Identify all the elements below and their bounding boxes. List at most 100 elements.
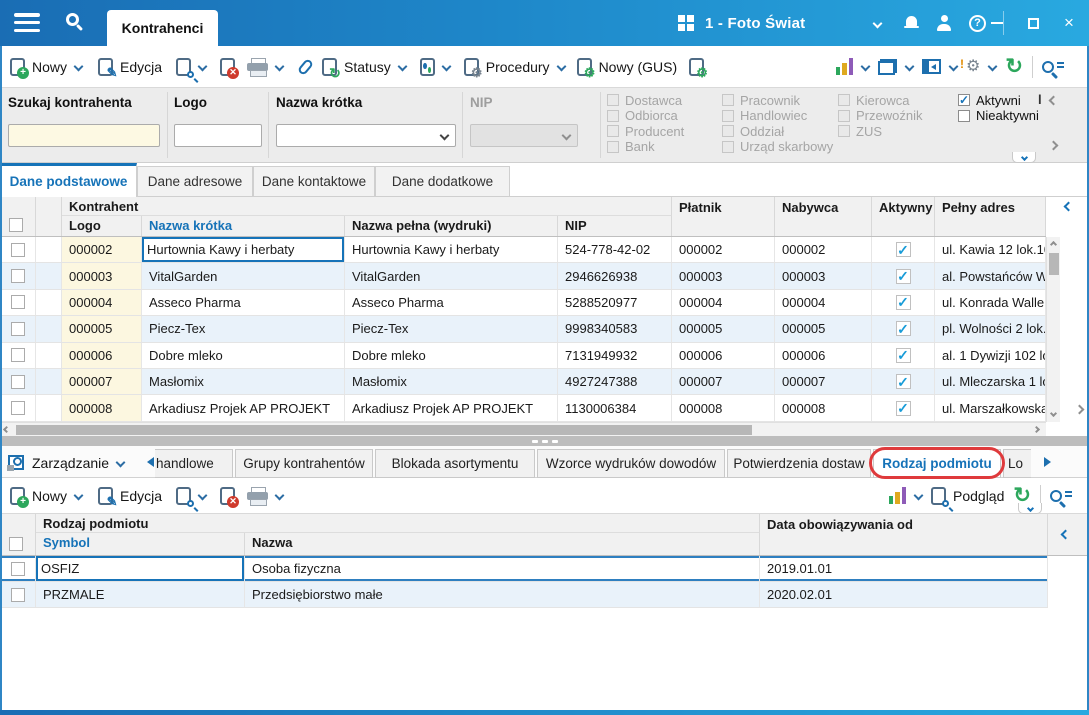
logo-input[interactable] (174, 124, 262, 147)
advanced-search-icon[interactable] (1042, 61, 1054, 73)
cell-nazwa-krotka[interactable]: Masłomix (142, 369, 345, 394)
cell-pelny-adres[interactable]: al. Powstańców W (935, 263, 1046, 288)
panel-splitter[interactable] (0, 436, 1089, 446)
scroll-right-icon[interactable] (1033, 426, 1040, 433)
filter-collapse-tab[interactable] (1012, 152, 1036, 163)
table-row[interactable]: PRZMALEPrzedsiębiorstwo małe2020.02.01 (0, 582, 1048, 608)
filter-checkbox-oddział[interactable]: Oddział (722, 125, 833, 137)
table-row[interactable]: 000003VitalGardenVitalGarden294662693800… (0, 263, 1046, 289)
row-checkbox[interactable] (11, 322, 25, 336)
trace-button[interactable] (420, 58, 435, 76)
column-header-nip[interactable]: NIP (558, 216, 672, 236)
cell-nazwa-pelna[interactable]: Dobre mleko (345, 343, 558, 368)
notifications-bell-icon[interactable] (904, 16, 919, 31)
aktywny-checkbox[interactable]: ✓ (896, 242, 911, 257)
grid-collapse-left-icon[interactable] (1061, 530, 1071, 540)
vertical-scrollbar-thumb[interactable] (1049, 253, 1059, 275)
cell-nazwa-krotka[interactable]: Hurtownia Kawy i herbaty (142, 237, 345, 262)
company-grid-icon[interactable] (678, 15, 694, 31)
bottom-tab-grupy-kontrahentów[interactable]: Grupy kontrahentów (235, 449, 373, 478)
column-header-nabywca[interactable]: Nabywca (775, 197, 872, 236)
cell-nazwa[interactable]: Przedsiębiorstwo małe (245, 582, 760, 607)
filter-checkbox-dostawca[interactable]: Dostawca (607, 94, 684, 106)
cell-nabywca[interactable]: 000008 (775, 395, 872, 420)
preview-button[interactable] (176, 58, 191, 76)
tabs-scroll-left-icon[interactable] (147, 457, 154, 467)
column-header-logo[interactable]: Logo (62, 216, 142, 236)
trace-chevron-icon[interactable] (441, 62, 451, 72)
aktywny-checkbox[interactable]: ✓ (896, 374, 911, 389)
menu-icon[interactable] (14, 13, 40, 32)
column-header-data-od[interactable]: Data obowiązywania od (760, 514, 1048, 555)
cell-nabywca[interactable]: 000005 (775, 316, 872, 341)
edycja-button[interactable]: ✎ Edycja (98, 58, 162, 76)
cell-nazwa-krotka[interactable]: Dobre mleko (142, 343, 345, 368)
filter-checkbox-urząd-skarbowy[interactable]: Urząd skarbowy (722, 141, 833, 153)
chart-chevron-icon[interactable] (861, 62, 871, 72)
cell-nazwa-pelna[interactable]: Asseco Pharma (345, 290, 558, 315)
nazwa-krotka-select[interactable] (276, 124, 456, 147)
cell-nazwa-krotka[interactable]: Piecz-Tex (142, 316, 345, 341)
column-group-rodzaj-podmiotu[interactable]: Rodzaj podmiotu (36, 514, 760, 533)
bottom-tab-blokada-asortymentu[interactable]: Blokada asortymentu (375, 449, 535, 478)
tab-dane-dodatkowe[interactable]: Dane dodatkowe (375, 166, 510, 197)
user-icon[interactable] (936, 15, 952, 31)
bottom-tab-potwierdzenia-dostaw[interactable]: Potwierdzenia dostaw (727, 449, 871, 478)
cell-nazwa-krotka[interactable]: VitalGarden (142, 263, 345, 288)
cell-nip[interactable]: 7131949932 (558, 343, 672, 368)
cell-logo[interactable]: 000006 (62, 343, 142, 368)
cell-data-od[interactable]: 2020.02.01 (760, 582, 1048, 607)
cell-logo[interactable]: 000004 (62, 290, 142, 315)
row-checkbox[interactable] (11, 588, 25, 602)
cell-nazwa-pelna[interactable]: Hurtownia Kawy i herbaty (345, 237, 558, 262)
maximize-button[interactable] (1022, 12, 1044, 34)
cell-data-od[interactable]: 2019.01.01 (760, 556, 1048, 581)
bottom-tab-wzorce-wydruków-dowodów[interactable]: Wzorce wydruków dowodów (537, 449, 725, 478)
row-checkbox[interactable] (11, 269, 25, 283)
tab-dane-podstawowe[interactable]: Dane podstawowe (0, 163, 137, 197)
filter-checkbox-producent[interactable]: Producent (607, 125, 684, 137)
cell-nabywca[interactable]: 000007 (775, 369, 872, 394)
cell-nazwa-pelna[interactable]: VitalGarden (345, 263, 558, 288)
cell-nip[interactable]: 2946626938 (558, 263, 672, 288)
filter-checkbox-zus[interactable]: ZUS (838, 125, 922, 137)
aktywny-checkbox[interactable]: ✓ (896, 269, 911, 284)
bottom-nowy-button[interactable]: + Nowy (10, 487, 67, 505)
cell-pelny-adres[interactable]: ul. Kawia 12 lok.10 (935, 237, 1046, 262)
analysis-chart-icon[interactable] (889, 487, 907, 504)
print-button[interactable] (247, 58, 268, 76)
cell-platnik[interactable]: 000003 (672, 263, 775, 288)
column-header-platnik[interactable]: Płatnik (672, 197, 775, 236)
select-all-checkbox[interactable] (9, 218, 23, 232)
cell-platnik[interactable]: 000004 (672, 290, 775, 315)
cell-nazwa-pelna[interactable]: Piecz-Tex (345, 316, 558, 341)
aktywny-checkbox[interactable]: ✓ (896, 295, 911, 310)
nowy-gus-button[interactable]: ⚙ Nowy (GUS) (577, 58, 678, 76)
column-header-aktywny[interactable]: Aktywny (872, 197, 935, 236)
podglad-button[interactable]: Podgląd (931, 487, 1004, 505)
table-row[interactable]: OSFIZOsoba fizyczna2019.01.01 (0, 556, 1048, 582)
table-row[interactable]: 000004Asseco PharmaAsseco Pharma52885209… (0, 290, 1046, 316)
cell-nabywca[interactable]: 000006 (775, 343, 872, 368)
filter-checkbox-handlowiec[interactable]: Handlowiec (722, 110, 833, 122)
bottom-toolbar-collapse-tab[interactable] (1018, 503, 1042, 514)
refresh-icon[interactable]: ↻ (1005, 56, 1023, 77)
minimize-button[interactable] (986, 12, 1008, 34)
bottom-delete-button[interactable]: ✕ (220, 487, 235, 505)
bottom-preview-chevron-icon[interactable] (198, 491, 208, 501)
cell-nazwa-krotka[interactable]: Asseco Pharma (142, 290, 345, 315)
cell-symbol[interactable]: OSFIZ (36, 556, 245, 581)
preview-chevron-icon[interactable] (198, 62, 208, 72)
row-checkbox[interactable] (11, 375, 25, 389)
bottom-edycja-button[interactable]: ✎ Edycja (98, 487, 162, 505)
column-header-nazwa-pelna[interactable]: Nazwa pełna (wydruki) (345, 216, 558, 236)
bottom-tab-lo[interactable]: Lo (1003, 449, 1031, 478)
attachment-icon[interactable] (297, 57, 314, 75)
bottom-print-button[interactable] (247, 487, 268, 505)
row-checkbox[interactable] (11, 295, 25, 309)
table-row[interactable]: 000006Dobre mlekoDobre mleko713194993200… (0, 343, 1046, 369)
column-header-pelny-adres[interactable]: Pełny adres (935, 197, 1046, 236)
nowy-button[interactable]: + Nowy (10, 58, 67, 76)
table-row[interactable]: 000008Arkadiusz Projek AP PROJEKTArkadiu… (0, 395, 1046, 421)
cell-nip[interactable]: 5288520977 (558, 290, 672, 315)
